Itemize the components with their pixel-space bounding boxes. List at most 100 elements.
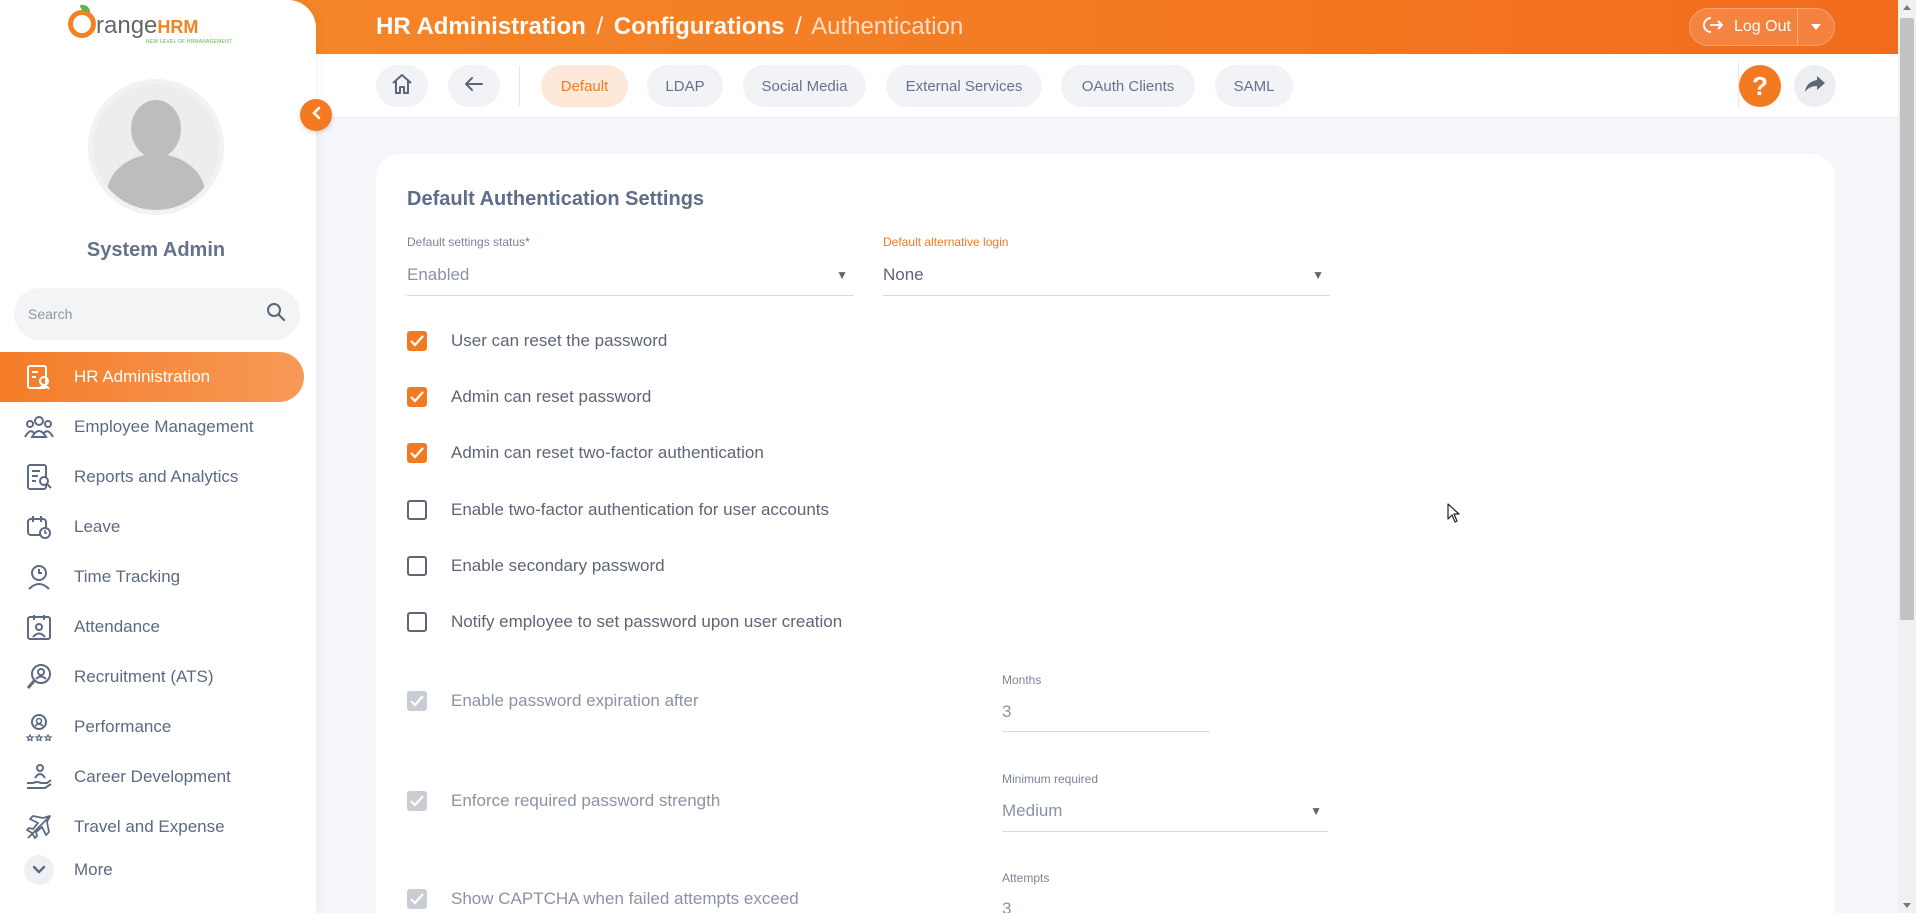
checkbox-label: Notify employee to set password upon use… [451,612,843,631]
scroll-down-arrow-icon[interactable] [1903,903,1911,908]
sidebar-search [14,288,300,340]
checkbox-password-strength[interactable] [407,791,427,811]
checkbox-label: Enable password expiration after [451,691,699,710]
avatar[interactable] [88,79,224,215]
status-select-value: Enabled [407,264,470,284]
help-button[interactable]: ? [1739,65,1781,107]
minimum-required-field-label: Minimum required [1002,772,1099,786]
sidebar-item-time-tracking[interactable]: Time Tracking [0,552,304,602]
checkbox-notify-employee[interactable] [407,612,427,632]
checkbox-row-password-strength: Enforce required password strength [407,790,720,812]
sidebar-item-label: Reports and Analytics [74,467,239,486]
sidebar-more-button[interactable]: More [24,855,113,885]
checkbox-label: Enable two-factor authentication for use… [451,500,829,519]
sidebar-item-label: Performance [74,717,172,736]
sidebar-item-label: HR Administration [74,367,211,386]
sidebar-item-performance[interactable]: Performance [0,702,304,752]
status-field-label: Default settings status* [407,235,530,249]
sidebar-item-leave[interactable]: Leave [0,502,304,552]
orangehrm-logo[interactable]: rangeHRM NEW LEVEL OF HRMANAGEMENT [68,5,244,48]
logo-orange-icon [68,10,96,38]
checkbox-admin-reset-password[interactable] [407,387,427,407]
employee-management-icon [24,412,54,442]
breadcrumb-configurations[interactable]: Configurations [614,13,785,40]
sidebar-nav: HR Administration Employee Management Re… [0,352,304,852]
months-field-label: Months [1002,673,1042,687]
tab-ldap[interactable]: LDAP [647,65,723,107]
breadcrumb-separator: / [596,13,604,40]
checkbox-enable-2fa[interactable] [407,500,427,520]
alt-login-select[interactable]: None ▼ [883,254,1330,296]
sidebar-item-label: Travel and Expense [74,817,225,836]
attempts-input-value: 3 [1002,899,1012,913]
logo-text: range [96,12,158,39]
logout-button-group: Log Out [1689,8,1835,46]
caret-down-icon [1810,18,1822,36]
user-name: System Admin [86,239,226,261]
home-button[interactable] [376,65,428,107]
checkbox-row-captcha: Show CAPTCHA when failed attempts exceed [407,888,799,910]
tab-default[interactable]: Default [541,65,628,107]
logout-label: Log Out [1734,18,1791,35]
checkbox-secondary-password[interactable] [407,556,427,576]
chevron-down-icon [24,855,54,885]
attempts-input[interactable]: 3 [1002,890,1210,913]
minimum-required-select[interactable]: Medium ▼ [1002,790,1328,832]
share-button[interactable] [1794,65,1836,107]
hr-admin-icon [24,362,54,392]
sidebar-item-label: Employee Management [74,417,254,436]
status-select[interactable]: Enabled ▼ [407,254,854,296]
attempts-field-label: Attempts [1002,871,1050,885]
sidebar: rangeHRM NEW LEVEL OF HRMANAGEMENT Syste… [0,0,316,913]
sidebar-item-reports-and-analytics[interactable]: Reports and Analytics [0,452,304,502]
performance-icon [24,712,54,742]
tab-oauth-clients[interactable]: OAuth Clients [1061,65,1195,107]
page-title: Default Authentication Settings [407,188,705,210]
back-button[interactable] [448,65,500,107]
checkbox-label: Enable secondary password [451,556,665,575]
breadcrumb-authentication: Authentication [811,13,964,40]
attendance-icon [24,612,54,642]
home-icon [391,73,413,100]
sidebar-item-career-development[interactable]: Career Development [0,752,304,802]
logo-brand: HRM [157,17,199,37]
checkbox-captcha[interactable] [407,889,427,909]
caret-down-icon: ▼ [836,268,848,282]
checkbox-password-expiration[interactable] [407,691,427,711]
divider [519,66,520,106]
travel-icon [24,812,54,842]
sidebar-item-label: Attendance [74,617,161,636]
scroll-up-arrow-icon[interactable] [1903,5,1911,10]
sidebar-item-travel-and-expense[interactable]: Travel and Expense [0,802,304,852]
checkbox-row-admin-reset-password: Admin can reset password [407,386,651,408]
career-development-icon [24,762,54,792]
logo-tagline: NEW LEVEL OF HRMANAGEMENT [146,39,233,45]
sidebar-item-hr-administration[interactable]: HR Administration [0,352,304,402]
sidebar-item-label: Career Development [74,767,231,786]
search-icon[interactable] [266,302,286,327]
breadcrumb-hr-administration[interactable]: HR Administration [376,13,586,40]
search-input[interactable] [28,306,248,322]
logout-button[interactable]: Log Out [1690,9,1798,45]
scrollbar-thumb[interactable] [1900,18,1914,620]
sidebar-item-label: Time Tracking [74,567,181,586]
tab-external-services[interactable]: External Services [886,65,1042,107]
sidebar-item-employee-management[interactable]: Employee Management [0,402,304,452]
alt-login-field-label: Default alternative login [883,235,1009,249]
caret-down-icon: ▼ [1310,804,1322,818]
sidebar-item-recruitment-ats[interactable]: Recruitment (ATS) [0,652,304,702]
arrow-left-icon [464,76,484,97]
logout-dropdown-toggle[interactable] [1798,18,1834,36]
question-mark-icon: ? [1752,70,1768,101]
tab-social-media[interactable]: Social Media [743,65,866,107]
checkbox-row-admin-reset-2fa: Admin can reset two-factor authenticatio… [407,442,764,464]
checkbox-user-reset-password[interactable] [407,331,427,351]
checkbox-row-user-reset-password: User can reset the password [407,330,667,352]
sidebar-collapse-button[interactable] [300,99,332,131]
page-scrollbar[interactable] [1898,0,1916,913]
tab-saml[interactable]: SAML [1215,65,1293,107]
sidebar-item-attendance[interactable]: Attendance [0,602,304,652]
checkbox-admin-reset-2fa[interactable] [407,443,427,463]
months-input[interactable]: 3 [1002,692,1210,732]
checkbox-row-password-expiration: Enable password expiration after [407,690,699,712]
